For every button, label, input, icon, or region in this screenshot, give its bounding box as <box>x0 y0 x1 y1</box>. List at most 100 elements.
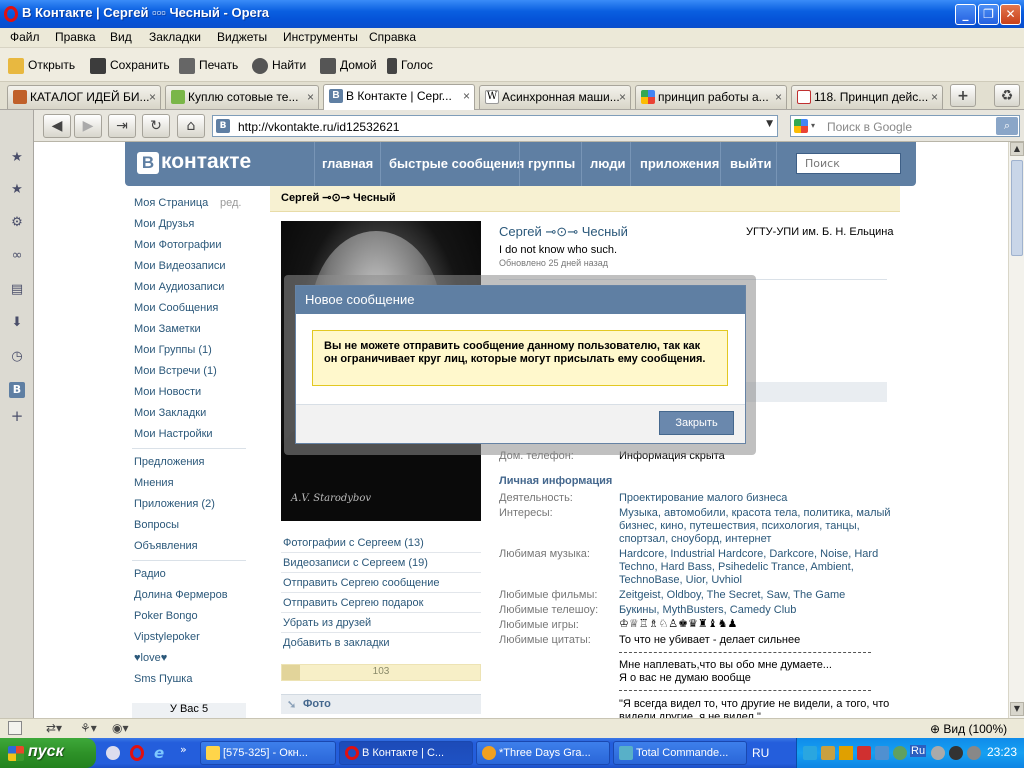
tray-icon[interactable] <box>949 746 963 760</box>
fast-forward-button[interactable]: ⇥ <box>108 114 136 138</box>
link-send-message[interactable]: Отправить Сергею сообщение <box>283 577 440 589</box>
search-icon[interactable]: ⌕ <box>996 117 1018 135</box>
task-vkontakte[interactable]: В Контакте | С... <box>339 741 473 765</box>
link-photos-with[interactable]: Фотографии с Сергеем (13) <box>283 537 424 549</box>
tray-icon[interactable] <box>821 746 835 760</box>
notes-panel-icon[interactable]: ▤ <box>9 282 25 298</box>
profile-university[interactable]: УГТУ-УПИ им. Б. Н. Ельцина <box>746 226 894 238</box>
tray-network-icon[interactable] <box>875 746 889 760</box>
menu-edit[interactable]: Правка <box>55 30 96 44</box>
nav-apps[interactable]: приложения <box>640 156 719 171</box>
task-window-1[interactable]: [575-325] - Окн... <box>200 741 336 765</box>
google-search-field[interactable]: ▾ Поиск в Google ⌕ <box>790 115 1020 137</box>
left-nav-offers[interactable]: Предложения <box>134 456 205 468</box>
opera-quicklaunch-icon[interactable] <box>130 745 144 761</box>
tab-close-icon[interactable]: × <box>931 86 938 108</box>
link-add-bookmark[interactable]: Добавить в закладки <box>283 637 390 649</box>
panel-toggle-icon[interactable] <box>8 721 22 735</box>
tab-catalog[interactable]: КАТАЛОГ ИДЕЙ БИ... × <box>7 85 161 109</box>
menu-file[interactable]: Файл <box>10 30 40 44</box>
left-nav-opinions[interactable]: Мнения <box>134 477 174 489</box>
left-nav-questions[interactable]: Вопросы <box>134 519 179 531</box>
widgets-panel-icon[interactable]: ★ <box>9 182 25 198</box>
reload-button[interactable]: ↻ <box>142 114 170 138</box>
task-total-commander[interactable]: Total Commande... <box>613 741 747 765</box>
left-nav-videos[interactable]: Мои Видеозаписи <box>134 260 226 272</box>
maximize-button[interactable]: ❐ <box>978 4 999 25</box>
left-nav-settings[interactable]: Мои Настройки <box>134 428 213 440</box>
dialog-close-button[interactable]: Закрыть <box>659 411 734 435</box>
left-nav-app-love[interactable]: ♥love♥ <box>134 652 167 664</box>
menu-bookmarks[interactable]: Закладки <box>149 30 201 44</box>
left-nav-edit[interactable]: ред. <box>220 197 241 209</box>
unite-icon[interactable]: ◉▾ <box>112 721 129 735</box>
left-nav-applications[interactable]: Приложения (2) <box>134 498 215 510</box>
link-remove-friend[interactable]: Убрать из друзей <box>283 617 371 629</box>
left-nav-bookmarks[interactable]: Мои Закладки <box>134 407 206 419</box>
back-button[interactable]: ◀ <box>43 114 71 138</box>
language-indicator[interactable]: RU <box>752 746 769 760</box>
left-nav-friends[interactable]: Мои Друзья <box>134 218 194 230</box>
vk-panel-icon[interactable]: B <box>9 382 25 398</box>
info-value-tvshows[interactable]: Букины, MythBusters, Camedy Club <box>619 604 909 617</box>
vk-logo[interactable]: Bконтакте <box>137 150 251 174</box>
left-nav-my-page[interactable]: Моя Страница <box>134 197 208 209</box>
save-button[interactable]: Сохранить <box>90 56 170 74</box>
add-panel-icon[interactable]: + <box>9 408 25 424</box>
left-nav-app-poker-bongo[interactable]: Poker Bongo <box>134 610 198 622</box>
left-nav-groups[interactable]: Мои Группы (1) <box>134 344 212 356</box>
menu-widgets[interactable]: Виджеты <box>217 30 267 44</box>
left-nav-news[interactable]: Мои Новости <box>134 386 201 398</box>
zoom-level[interactable]: ⊕ Вид (100%) <box>930 722 1007 736</box>
ie-quicklaunch-icon[interactable]: e <box>154 744 164 762</box>
new-tab-button[interactable]: + <box>950 84 976 107</box>
menu-tools[interactable]: Инструменты <box>283 30 358 44</box>
info-value-music[interactable]: Hardcore, Industrial Hardcore, Darkcore,… <box>619 548 909 587</box>
find-button[interactable]: Найти <box>252 56 306 74</box>
tab-close-icon[interactable]: × <box>775 86 782 108</box>
left-nav-app-farm[interactable]: Долина Фермеров <box>134 589 228 601</box>
tab-principle[interactable]: 118. Принцип дейс... × <box>791 85 943 109</box>
link-send-gift[interactable]: Отправить Сергею подарок <box>283 597 423 609</box>
tray-icon[interactable] <box>803 746 817 760</box>
tab-vkontakte[interactable]: BВ Контакте | Серг... × <box>323 84 475 110</box>
tray-play-icon[interactable] <box>839 746 853 760</box>
print-button[interactable]: Печать <box>179 56 238 74</box>
info-value-activity[interactable]: Проектирование малого бизнеса <box>619 492 909 505</box>
menu-view[interactable]: Вид <box>110 30 132 44</box>
gear-icon[interactable]: ⚙ <box>9 215 25 231</box>
quicklaunch-more-icon[interactable]: » <box>180 743 187 756</box>
left-nav-app-vipstylepoker[interactable]: Vipstylepoker <box>134 631 200 643</box>
tab-close-icon[interactable]: × <box>463 85 470 107</box>
quicklaunch-icon[interactable] <box>106 746 120 760</box>
left-nav-messages[interactable]: Мои Сообщения <box>134 302 218 314</box>
forward-button[interactable]: ▶ <box>74 114 102 138</box>
vk-search-input[interactable]: Поиск <box>796 153 901 174</box>
tray-volume-icon[interactable] <box>967 746 981 760</box>
home-nav-button[interactable]: ⌂ <box>177 114 205 138</box>
task-three-days-grace[interactable]: *Three Days Gra... <box>476 741 610 765</box>
trash-icon[interactable]: ♻ <box>994 84 1020 107</box>
menu-help[interactable]: Справка <box>369 30 416 44</box>
tab-phones[interactable]: Куплю сотовые те... × <box>165 85 319 109</box>
nav-main[interactable]: главная <box>322 156 373 171</box>
vertical-scrollbar[interactable]: ▲ ▼ <box>1008 142 1024 718</box>
links-panel-icon[interactable]: ∞ <box>9 248 25 264</box>
info-value-movies[interactable]: Zeitgeist, Oldboy, The Secret, Saw, The … <box>619 589 909 602</box>
address-field[interactable]: B http://vkontakte.ru/id12532621 ▼ <box>212 115 778 137</box>
home-button[interactable]: Домой <box>320 56 377 74</box>
open-button[interactable]: Открыть <box>8 56 75 74</box>
nav-quick-messages[interactable]: быстрые сообщения <box>389 156 524 171</box>
tray-icon[interactable] <box>931 746 945 760</box>
tab-close-icon[interactable]: × <box>307 86 314 108</box>
photo-section-header[interactable]: ➘ Фото <box>281 694 481 714</box>
window-title-bar[interactable]: В Контакте | Сергей ▫▫▫ Чесный - Opera _… <box>0 0 1024 28</box>
turbo-icon[interactable]: ⚘▾ <box>80 721 97 735</box>
left-nav-photos[interactable]: Мои Фотографии <box>134 239 221 251</box>
left-nav-notes[interactable]: Мои Заметки <box>134 323 201 335</box>
bookmarks-panel-icon[interactable]: ★ <box>9 150 25 166</box>
left-nav-app-sms[interactable]: Sms Пушка <box>134 673 192 685</box>
nav-logout[interactable]: выйти <box>730 156 771 171</box>
tab-google[interactable]: принцип работы а... × <box>635 85 787 109</box>
left-nav-ads[interactable]: Объявления <box>134 540 198 552</box>
